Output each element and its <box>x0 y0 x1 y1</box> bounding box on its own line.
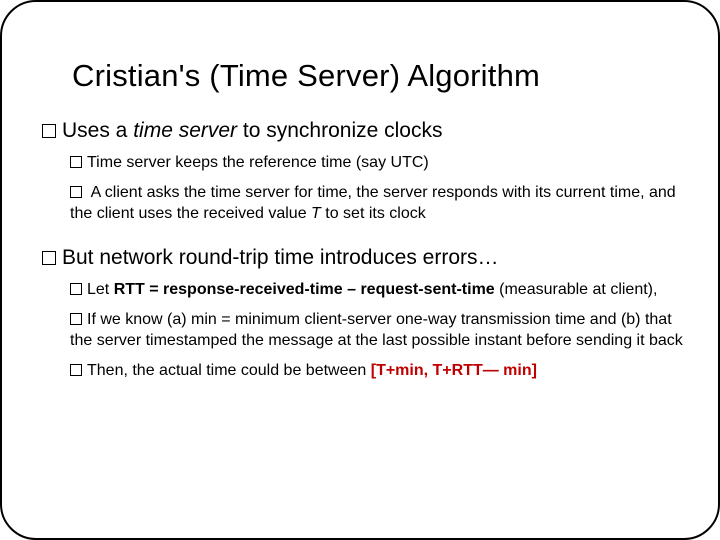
text-segment: Time server keeps the reference time (sa… <box>87 154 429 171</box>
text-highlight: [T+min, T+RTT— min] <box>371 362 537 379</box>
square-bullet-icon <box>70 364 82 376</box>
text-segment: But network round-trip time introduces e… <box>62 246 499 269</box>
bullet-network-rtt: But network round-trip time introduces e… <box>42 245 688 271</box>
square-bullet-icon <box>70 283 82 295</box>
text-segment: If we know (a) min = minimum client-serv… <box>70 311 683 350</box>
bullet-uses-time-server: Uses a time server to synchronize clocks <box>42 118 688 144</box>
text-segment: to synchronize clocks <box>237 119 442 142</box>
slide-frame: Cristian's (Time Server) Algorithm Uses … <box>0 0 720 540</box>
bullet-let-rtt: Let RTT = response-received-time – reque… <box>70 279 688 301</box>
text-segment: Let <box>87 281 114 298</box>
bullet-reference-time: Time server keeps the reference time (sa… <box>70 152 688 174</box>
slide-title: Cristian's (Time Server) Algorithm <box>72 58 688 94</box>
square-bullet-icon <box>70 313 82 325</box>
square-bullet-icon <box>70 186 82 198</box>
square-bullet-icon <box>70 156 82 168</box>
slide-content: Uses a time server to synchronize clocks… <box>42 118 688 382</box>
text-bold: RTT = response-received-time – request-s… <box>114 281 495 298</box>
text-segment: Uses a <box>62 119 133 142</box>
text-emphasis: time server <box>133 119 237 142</box>
bullet-then-actual-time: Then, the actual time could be between [… <box>70 360 688 382</box>
text-segment: Then, the actual time could be between <box>87 362 371 379</box>
bullet-if-we-know: If we know (a) min = minimum client-serv… <box>70 309 688 352</box>
bullet-client-asks: A client asks the time server for time, … <box>70 182 688 225</box>
text-segment: (measurable at client), <box>495 281 658 298</box>
text-segment: to set its clock <box>321 205 426 222</box>
text-emphasis: T <box>311 205 321 222</box>
square-bullet-icon <box>42 124 56 138</box>
square-bullet-icon <box>42 251 56 265</box>
